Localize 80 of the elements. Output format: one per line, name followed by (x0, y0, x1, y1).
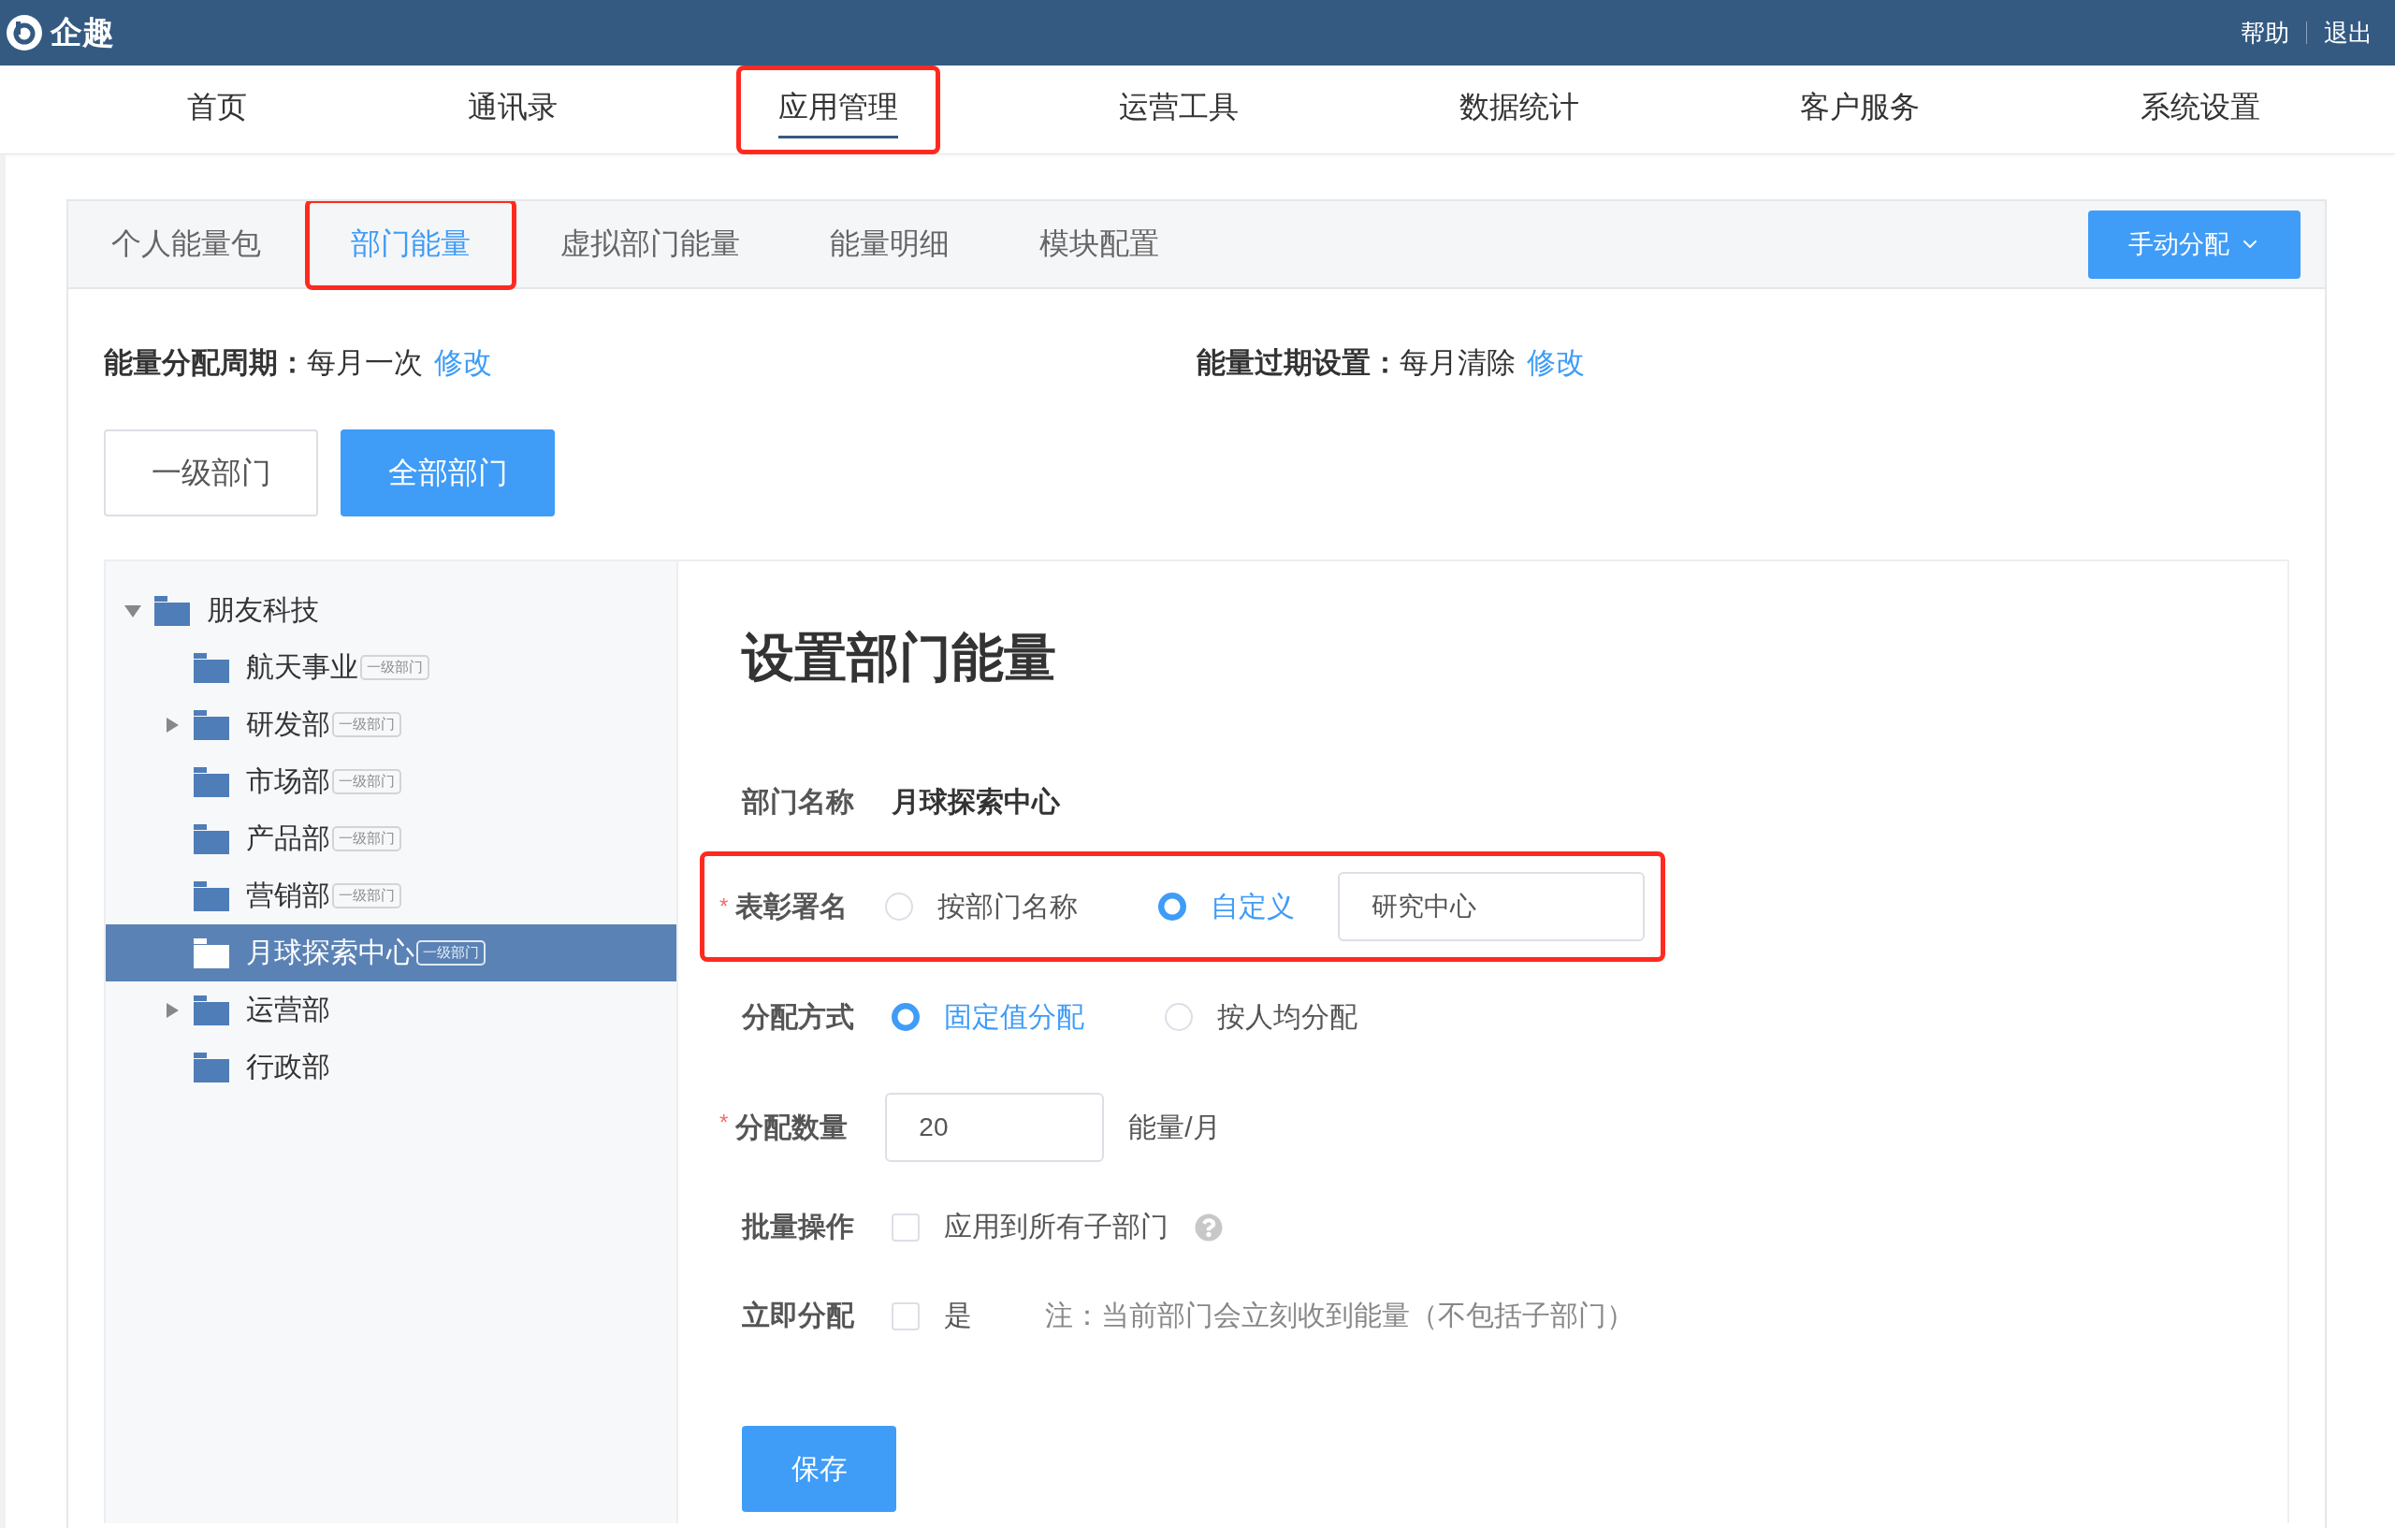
tree-item-label: 产品部 (246, 821, 330, 855)
nav-item[interactable]: 系统设置 (2141, 80, 2260, 138)
signature-input[interactable]: 研究中心 (1338, 872, 1646, 941)
radio-button[interactable] (1165, 1003, 1193, 1031)
logo-text: 企趣 (51, 13, 114, 51)
tree-item-label: 运营部 (246, 993, 330, 1026)
radio-label: 固定值分配 (944, 999, 1084, 1034)
tree-item[interactable]: 研发部 一级部门 (106, 696, 676, 753)
unit-label: 能量/月 (1128, 1110, 1221, 1144)
radio-button[interactable] (892, 1003, 920, 1031)
level-tag: 一级部门 (332, 769, 401, 794)
tab[interactable]: 模块配置 (1039, 224, 1159, 265)
level-tag: 一级部门 (332, 826, 401, 851)
field-value: 月球探索中心 (892, 784, 1060, 819)
logo-icon (6, 14, 43, 51)
folder-icon (194, 766, 229, 797)
tree-item[interactable]: 月球探索中心 一级部门 (106, 924, 676, 981)
level-tag: 一级部门 (416, 940, 486, 966)
nav-item[interactable]: 通讯录 (468, 80, 558, 138)
tree-item-label: 月球探索中心 (246, 936, 414, 969)
nav-item[interactable]: 应用管理 (778, 80, 898, 138)
tree-item-label: 航天事业 (246, 650, 358, 684)
setting-label: 能量分配周期： (104, 345, 307, 381)
checkbox[interactable] (892, 1213, 920, 1242)
field-label: 部门名称 (742, 784, 855, 819)
nav-item[interactable]: 客户服务 (1800, 80, 1920, 138)
tree-item[interactable]: 行政部 (106, 1039, 676, 1096)
note-text: 注：当前部门会立刻收到能量（不包括子部门） (1045, 1299, 1634, 1332)
tree-item-label: 市场部 (246, 764, 330, 798)
tab[interactable]: 虚拟部门能量 (560, 224, 740, 265)
tree-item[interactable]: 营销部 一级部门 (106, 867, 676, 924)
tree-item[interactable]: 运营部 (106, 981, 676, 1039)
required-mark: * (719, 1111, 729, 1134)
radio-label: 按人均分配 (1217, 999, 1357, 1034)
setting-value: 每月一次 (307, 345, 423, 381)
level-tag: 一级部门 (332, 883, 401, 908)
nav-item[interactable]: 首页 (187, 80, 247, 138)
radio-label: 按部门名称 (937, 889, 1079, 923)
folder-icon (194, 937, 229, 968)
radio-label: 自定义 (1211, 889, 1296, 923)
header-link[interactable]: 帮助 (2241, 16, 2289, 50)
level-tag: 一级部门 (332, 712, 401, 737)
tree-item[interactable]: 产品部 一级部门 (106, 810, 676, 867)
radio-button[interactable] (1158, 893, 1187, 921)
checkbox-label: 应用到所有子部门 (944, 1210, 1168, 1243)
folder-icon (194, 652, 229, 683)
tree-item[interactable]: 航天事业 一级部门 (106, 639, 676, 696)
tree-item-label: 营销部 (246, 879, 330, 912)
folder-icon (154, 595, 190, 626)
setting-label: 能量过期设置： (1197, 345, 1400, 381)
folder-icon (194, 1052, 229, 1082)
tree-item-label: 行政部 (246, 1050, 330, 1083)
folder-icon (194, 709, 229, 740)
checkbox[interactable] (892, 1301, 920, 1330)
field-label: 分配数量 (735, 1110, 849, 1144)
setting-value: 每月清除 (1400, 345, 1516, 381)
field-label: 立即分配 (742, 1299, 855, 1332)
tab[interactable]: 能量明细 (830, 224, 950, 265)
header-link[interactable]: 退出 (2324, 16, 2373, 50)
checkbox-label: 是 (944, 1299, 972, 1332)
help-icon[interactable] (1195, 1213, 1223, 1242)
level-tag: 一级部门 (360, 655, 429, 680)
nav-item[interactable]: 数据统计 (1459, 80, 1579, 138)
tree-item-label: 朋友科技 (207, 593, 319, 627)
tab[interactable]: 个人能量包 (111, 224, 261, 265)
scope-button[interactable]: 一级部门 (104, 429, 318, 516)
tree-item[interactable]: 市场部 一级部门 (106, 753, 676, 810)
field-label: 表彰署名 (735, 889, 849, 923)
folder-icon (194, 995, 229, 1025)
field-label: 分配方式 (742, 999, 855, 1034)
form-title: 设置部门能量 (742, 627, 1057, 689)
amount-input[interactable]: 20 (885, 1093, 1105, 1162)
required-mark: * (719, 895, 729, 918)
folder-icon (194, 823, 229, 854)
tree-item[interactable]: 朋友科技 (106, 582, 676, 639)
field-label: 批量操作 (742, 1210, 855, 1243)
folder-icon (194, 880, 229, 911)
tree-item-label: 研发部 (246, 707, 330, 741)
nav-item[interactable]: 运营工具 (1119, 80, 1239, 138)
radio-button[interactable] (885, 893, 914, 921)
